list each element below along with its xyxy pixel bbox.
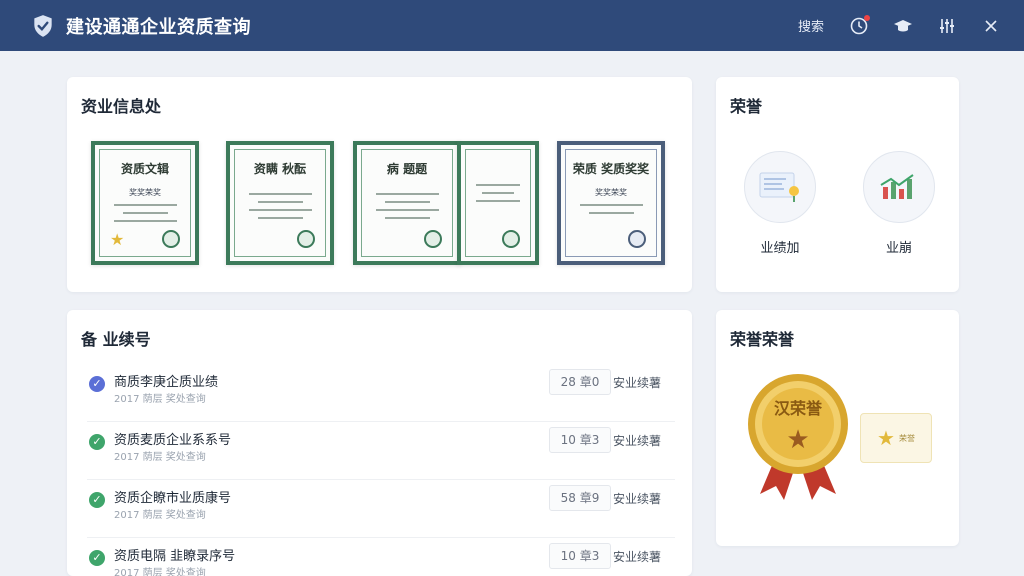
certificate-4[interactable]: [457, 141, 539, 265]
performance-title: 备 业续号: [81, 330, 151, 349]
qualification-title: 资业信息处: [81, 97, 162, 116]
certificate-subtitle: 奖奖荣奖: [129, 188, 161, 197]
list-item[interactable]: ✓ 资质麦质企业系系号 2017 荫层 奖处查询 10 章3 安业续薯: [87, 422, 675, 480]
app-title: 建设通通企业资质查询: [66, 16, 251, 38]
item-count-badge: 10 章3: [549, 543, 611, 569]
star-icon: ★: [877, 426, 895, 450]
honors-card: 荣誉 业绩加 业崩: [716, 77, 959, 292]
item-tag[interactable]: 安业续薯: [613, 374, 661, 391]
list-item[interactable]: ✓ 资质电隔 韭瞭录序号 2017 荫层 奖处查询 10 章3 安业续薯: [87, 538, 675, 576]
item-subtitle: 2017 荫层 奖处查询: [114, 394, 206, 405]
growth-chart-icon: [863, 151, 935, 223]
performance-card: 备 业续号 ✓ 商质李庚企质业绩 2017 荫层 奖处查询 28 章0 安业续薯…: [67, 310, 692, 576]
sliders-icon: [940, 18, 954, 33]
honor-item-performance[interactable]: 业绩加: [730, 151, 830, 256]
certificate-title: 资瞒 秋酝: [253, 162, 307, 176]
certificate-title: 荣质 奖质奖奖: [572, 162, 650, 176]
seal-icon: [297, 230, 315, 248]
list-item[interactable]: ✓ 资质企瞭市业质康号 2017 荫层 奖处查询 58 章9 安业续薯: [87, 480, 675, 538]
certificate-subtitle: 奖奖荣奖: [595, 188, 627, 197]
seal-icon: [424, 230, 442, 248]
item-tag[interactable]: 安业续薯: [613, 490, 661, 507]
search-label: 搜索: [797, 20, 824, 35]
list-item[interactable]: ✓ 商质李庚企质业绩 2017 荫层 奖处查询 28 章0 安业续薯: [87, 364, 675, 422]
honors-medal-title: 荣誉荣誉: [730, 330, 795, 349]
item-title: 资质麦质企业系系号: [114, 433, 232, 448]
star-icon: ★: [110, 230, 125, 249]
seal-icon: [502, 230, 520, 248]
honor-label: 业绩加: [760, 241, 800, 256]
item-subtitle: 2017 荫层 奖处查询: [114, 568, 206, 576]
badge-text: 荣誉: [898, 433, 915, 443]
certificate-title: 资质文辑: [120, 162, 169, 176]
seal-icon: [162, 230, 180, 248]
settings-sliders-button[interactable]: [932, 11, 962, 41]
honors-medal-card: 荣誉荣誉 汉荣誉 ★ ★ 荣誉: [716, 310, 959, 546]
check-circle-icon: ✓: [89, 550, 105, 566]
item-title: 商质李庚企质业绩: [114, 375, 219, 390]
graduation-cap-icon: [894, 19, 912, 31]
check-circle-icon: ✓: [89, 492, 105, 508]
svg-text:★: ★: [786, 425, 809, 455]
shield-check-icon: [34, 14, 52, 37]
qualification-card: 资业信息处 资质文辑 奖奖荣奖 ★ 资瞒 秋酝 病 题题 荣质 奖质奖奖 奖奖荣…: [67, 77, 692, 292]
item-subtitle: 2017 荫层 奖处查询: [114, 510, 206, 521]
check-circle-icon: ✓: [89, 434, 105, 450]
performance-list: ✓ 商质李庚企质业绩 2017 荫层 奖处查询 28 章0 安业续薯 ✓ 资质麦…: [87, 364, 675, 576]
honor-label: 业崩: [885, 241, 912, 256]
certificate-1[interactable]: 资质文辑 奖奖荣奖 ★: [91, 141, 199, 265]
certificate-2[interactable]: 资瞒 秋酝: [226, 141, 334, 265]
item-title: 资质电隔 韭瞭录序号: [114, 549, 236, 564]
graduation-cap-button[interactable]: [888, 11, 918, 41]
honor-badge[interactable]: ★ 荣誉: [860, 413, 932, 463]
honor-item-growth[interactable]: 业崩: [849, 151, 949, 256]
item-count-badge: 58 章9: [549, 485, 611, 511]
item-subtitle: 2017 荫层 奖处查询: [114, 452, 206, 463]
title-bar: 建设通通企业资质查询 搜索: [0, 0, 1024, 51]
check-circle-icon: ✓: [89, 376, 105, 392]
certificate-title: 病 题题: [386, 162, 428, 176]
item-tag[interactable]: 安业续薯: [613, 548, 661, 565]
gold-medal-icon: 汉荣誉 ★: [748, 374, 848, 500]
medal-text: 汉荣誉: [774, 399, 823, 418]
seal-icon: [628, 230, 646, 248]
certificate-3[interactable]: 病 题题: [353, 141, 461, 265]
certificate-5[interactable]: 荣质 奖质奖奖 奖奖荣奖: [557, 141, 665, 265]
honors-title: 荣誉: [730, 97, 763, 116]
item-count-badge: 28 章0: [549, 369, 611, 395]
item-title: 资质企瞭市业质康号: [114, 491, 232, 506]
close-button[interactable]: [976, 11, 1006, 41]
item-count-badge: 10 章3: [549, 427, 611, 453]
notification-dot: [864, 14, 870, 21]
item-tag[interactable]: 安业续薯: [613, 432, 661, 449]
document-pin-icon: [744, 151, 816, 223]
close-icon: [985, 19, 997, 32]
search-button[interactable]: 搜索: [798, 11, 824, 41]
notification-button[interactable]: [844, 11, 874, 41]
